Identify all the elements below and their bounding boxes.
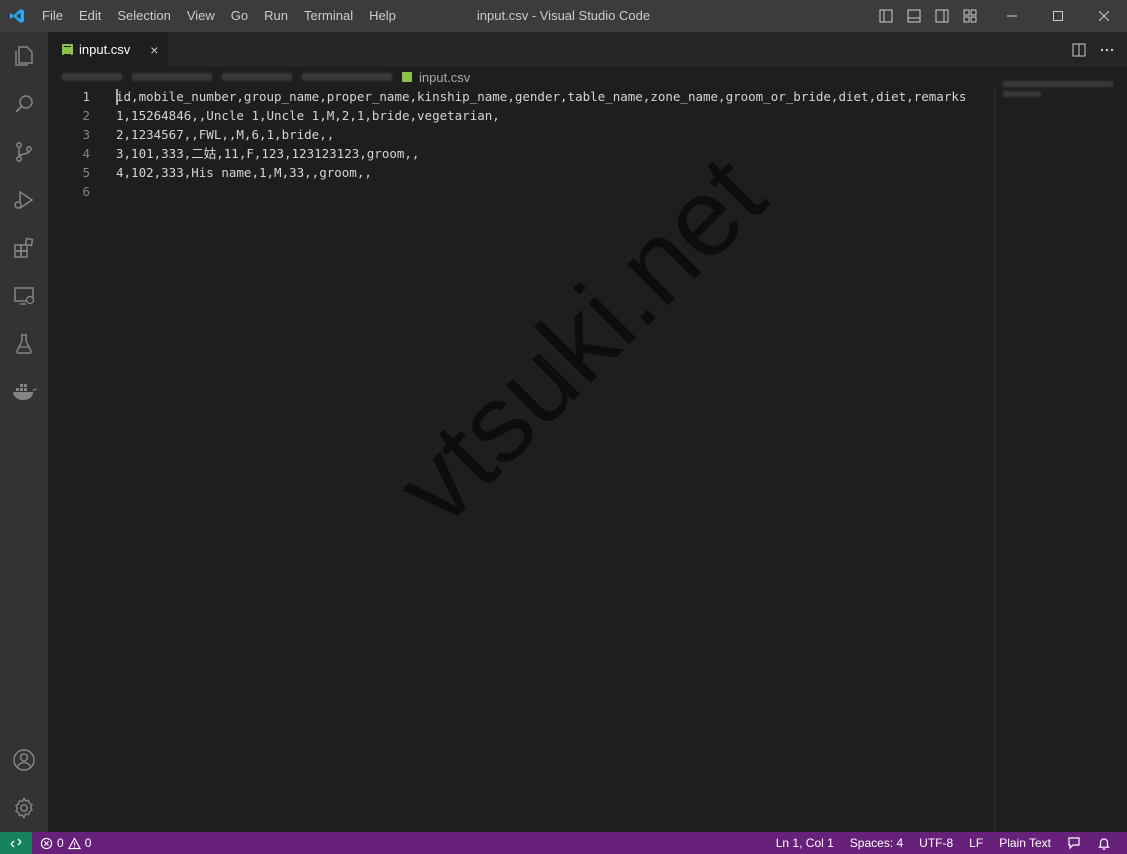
- minimize-icon[interactable]: [989, 0, 1035, 32]
- source-control-icon[interactable]: [0, 128, 48, 176]
- error-icon: [40, 837, 53, 849]
- manage-gear-icon[interactable]: [0, 784, 48, 832]
- notifications-bell-icon[interactable]: [1089, 832, 1119, 854]
- blurred-path-segment[interactable]: [302, 73, 392, 81]
- status-right: Ln 1, Col 1 Spaces: 4 UTF-8 LF Plain Tex…: [768, 832, 1119, 854]
- encoding[interactable]: UTF-8: [911, 832, 961, 854]
- code-line[interactable]: [116, 182, 996, 201]
- error-count: 0: [57, 836, 64, 850]
- end-of-line[interactable]: LF: [961, 832, 991, 854]
- code-line[interactable]: 2,1234567,,FWL,,M,6,1,bride,,: [116, 125, 996, 144]
- menu-selection[interactable]: Selection: [109, 0, 178, 32]
- tab-label: input.csv: [79, 42, 131, 57]
- csv-file-icon: [402, 72, 412, 82]
- activity-bar: [0, 32, 48, 832]
- more-actions-icon[interactable]: [1097, 40, 1117, 60]
- blurred-path-segment[interactable]: [222, 73, 292, 81]
- menu-terminal[interactable]: Terminal: [296, 0, 361, 32]
- remote-explorer-icon[interactable]: [0, 272, 48, 320]
- minimap-line: [1003, 81, 1113, 87]
- indentation[interactable]: Spaces: 4: [842, 832, 911, 854]
- docker-icon[interactable]: [0, 368, 48, 416]
- line-number-gutter: 1 2 3 4 5 6: [48, 87, 104, 201]
- testing-icon[interactable]: [0, 320, 48, 368]
- window-controls: [989, 0, 1127, 32]
- menu-edit[interactable]: Edit: [71, 0, 109, 32]
- status-bar: 0 0 Ln 1, Col 1 Spaces: 4 UTF-8 LF Plain…: [0, 832, 1127, 854]
- code-line[interactable]: id,mobile_number,group_name,proper_name,…: [116, 87, 996, 106]
- line-number: 5: [82, 165, 90, 180]
- maximize-icon[interactable]: [1035, 0, 1081, 32]
- breadcrumb-file[interactable]: input.csv: [402, 70, 470, 85]
- feedback-icon[interactable]: [1059, 832, 1089, 854]
- close-window-icon[interactable]: [1081, 0, 1127, 32]
- split-editor-icon[interactable]: [1069, 40, 1089, 60]
- extensions-icon[interactable]: [0, 224, 48, 272]
- editor-actions: [1069, 32, 1117, 67]
- layout-controls: [874, 0, 982, 32]
- customize-layout-icon[interactable]: [958, 4, 982, 28]
- menu-bar: File Edit Selection View Go Run Terminal…: [34, 0, 404, 32]
- title-bar: File Edit Selection View Go Run Terminal…: [0, 0, 1127, 32]
- files-icon[interactable]: [0, 32, 48, 80]
- minimap-line: [1003, 91, 1041, 97]
- minimap[interactable]: [994, 81, 1127, 832]
- cursor-position[interactable]: Ln 1, Col 1: [768, 832, 842, 854]
- line-number: 1: [82, 89, 90, 104]
- line-number: 6: [82, 184, 90, 199]
- code-line[interactable]: 4,102,333,His name,1,M,33,,groom,,: [116, 163, 996, 182]
- search-icon[interactable]: [0, 80, 48, 128]
- tab-input-csv[interactable]: input.csv ×: [48, 32, 168, 67]
- close-tab-icon[interactable]: ×: [146, 42, 162, 58]
- editor-area[interactable]: 1 2 3 4 5 6 id,mobile_number,group_name,…: [48, 81, 1127, 832]
- blurred-path-segment[interactable]: [132, 73, 212, 81]
- tab-bar: input.csv ×: [48, 32, 1127, 67]
- code-line[interactable]: 1,15264846,,Uncle 1,Uncle 1,M,2,1,bride,…: [116, 106, 996, 125]
- menu-file[interactable]: File: [34, 0, 71, 32]
- line-number: 2: [82, 108, 90, 123]
- breadcrumb-file-label: input.csv: [419, 69, 471, 85]
- menu-go[interactable]: Go: [223, 0, 256, 32]
- run-debug-icon[interactable]: [0, 176, 48, 224]
- code-content[interactable]: id,mobile_number,group_name,proper_name,…: [116, 87, 996, 201]
- warning-count: 0: [84, 836, 92, 850]
- code-line[interactable]: 3,101,333,二姑,11,F,123,123123123,groom,,: [116, 144, 996, 163]
- toggle-secondary-sidebar-icon[interactable]: [930, 4, 954, 28]
- csv-file-icon: [62, 44, 73, 55]
- menu-run[interactable]: Run: [256, 0, 296, 32]
- line-number: 3: [82, 127, 90, 142]
- language-mode[interactable]: Plain Text: [991, 832, 1059, 854]
- toggle-panel-icon[interactable]: [902, 4, 926, 28]
- problems-indicator[interactable]: 0 0: [32, 832, 91, 854]
- warning-icon: [67, 836, 81, 849]
- text-cursor: [116, 89, 118, 105]
- menu-help[interactable]: Help: [361, 0, 404, 32]
- toggle-primary-sidebar-icon[interactable]: [874, 4, 898, 28]
- blurred-path-segment[interactable]: [62, 73, 122, 81]
- breadcrumb: input.csv: [48, 67, 1127, 87]
- line-number: 4: [82, 146, 90, 161]
- account-icon[interactable]: [0, 736, 48, 784]
- vscode-logo-icon: [0, 0, 34, 32]
- remote-indicator-icon[interactable]: [0, 832, 32, 854]
- menu-view[interactable]: View: [179, 0, 223, 32]
